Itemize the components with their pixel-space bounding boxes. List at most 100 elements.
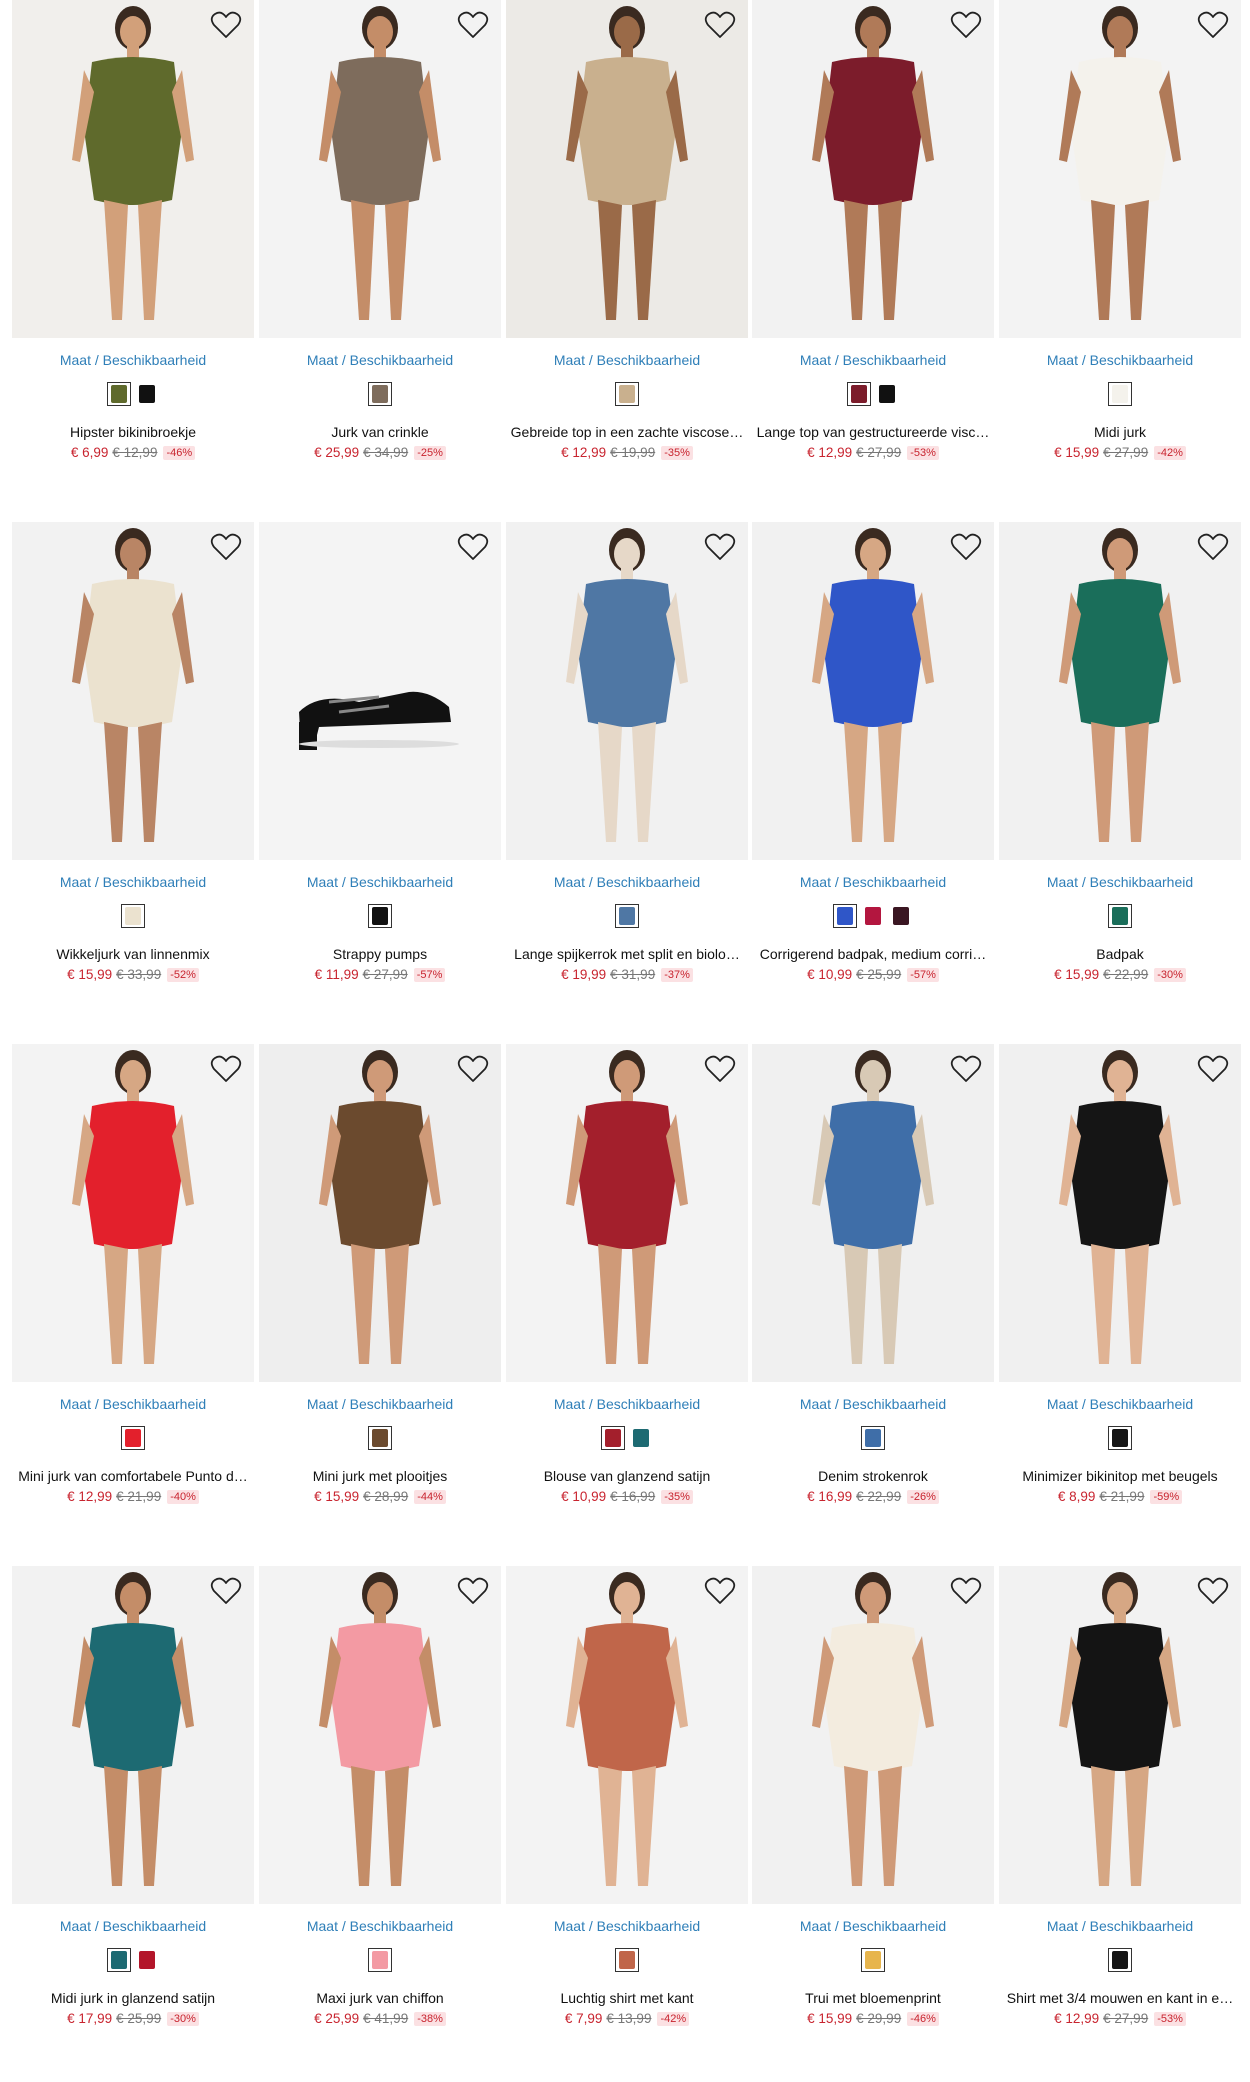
product-name[interactable]: Blouse van glanzend satijn [500, 1468, 754, 1484]
product-card[interactable]: Maat / Beschikbaarheid Maxi jurk van chif… [259, 1566, 501, 2046]
wishlist-heart-icon[interactable] [457, 10, 489, 40]
size-availability-link[interactable]: Maat / Beschikbaarheid [752, 1396, 994, 1412]
product-card[interactable]: Maat / Beschikbaarheid Jurk van crinkle € … [259, 0, 501, 480]
size-availability-link[interactable]: Maat / Beschikbaarheid [259, 874, 501, 890]
color-swatch[interactable] [135, 1948, 159, 1972]
size-availability-link[interactable]: Maat / Beschikbaarheid [259, 1396, 501, 1412]
color-swatch[interactable] [615, 904, 639, 928]
size-availability-link[interactable]: Maat / Beschikbaarheid [506, 874, 748, 890]
color-swatch[interactable] [861, 904, 885, 928]
wishlist-heart-icon[interactable] [457, 532, 489, 562]
product-card[interactable]: Maat / Beschikbaarheid Strappy pumps € 11,… [259, 522, 501, 1002]
size-availability-link[interactable]: Maat / Beschikbaarheid [506, 352, 748, 368]
product-image[interactable] [12, 522, 254, 860]
product-image[interactable] [259, 522, 501, 860]
color-swatch[interactable] [833, 904, 857, 928]
color-swatch[interactable] [615, 1948, 639, 1972]
size-availability-link[interactable]: Maat / Beschikbaarheid [12, 874, 254, 890]
size-availability-link[interactable]: Maat / Beschikbaarheid [506, 1396, 748, 1412]
product-name[interactable]: Lange spijkerrok met split en biolo… [500, 946, 754, 962]
product-name[interactable]: Trui met bloemenprint [746, 1990, 1000, 2006]
product-card[interactable]: Maat / Beschikbaarheid Gebreide top in ee… [506, 0, 748, 480]
product-card[interactable]: Maat / Beschikbaarheid Lange top van gest… [752, 0, 994, 480]
color-swatch[interactable] [368, 382, 392, 406]
product-card[interactable]: Maat / Beschikbaarheid Midi jurk in glanz… [12, 1566, 254, 2046]
color-swatch[interactable] [107, 382, 131, 406]
product-card[interactable]: Maat / Beschikbaarheid Denim strokenrok € … [752, 1044, 994, 1524]
wishlist-heart-icon[interactable] [457, 1054, 489, 1084]
size-availability-link[interactable]: Maat / Beschikbaarheid [259, 1918, 501, 1934]
product-card[interactable]: Maat / Beschikbaarheid Luchtig shirt met … [506, 1566, 748, 2046]
product-image[interactable] [752, 1566, 994, 1904]
product-name[interactable]: Mini jurk van comfortabele Punto d… [6, 1468, 260, 1484]
color-swatch[interactable] [601, 1426, 625, 1450]
color-swatch[interactable] [615, 382, 639, 406]
wishlist-heart-icon[interactable] [704, 532, 736, 562]
color-swatch[interactable] [889, 904, 913, 928]
size-availability-link[interactable]: Maat / Beschikbaarheid [999, 1918, 1241, 1934]
product-image[interactable] [12, 1566, 254, 1904]
product-card[interactable]: Maat / Beschikbaarheid Midi jurk € 15,99 € … [999, 0, 1241, 480]
size-availability-link[interactable]: Maat / Beschikbaarheid [752, 1918, 994, 1934]
product-image[interactable] [506, 522, 748, 860]
product-name[interactable]: Maxi jurk van chiffon [253, 1990, 507, 2006]
product-card[interactable]: Maat / Beschikbaarheid Badpak € 15,99 € 22,… [999, 522, 1241, 1002]
size-availability-link[interactable]: Maat / Beschikbaarheid [999, 1396, 1241, 1412]
size-availability-link[interactable]: Maat / Beschikbaarheid [999, 874, 1241, 890]
product-image[interactable] [259, 1566, 501, 1904]
product-image[interactable] [752, 0, 994, 338]
size-availability-link[interactable]: Maat / Beschikbaarheid [752, 352, 994, 368]
wishlist-heart-icon[interactable] [210, 1576, 242, 1606]
product-image[interactable] [999, 1566, 1241, 1904]
color-swatch[interactable] [135, 382, 159, 406]
wishlist-heart-icon[interactable] [950, 1576, 982, 1606]
product-image[interactable] [999, 522, 1241, 860]
color-swatch[interactable] [121, 904, 145, 928]
color-swatch[interactable] [1108, 1426, 1132, 1450]
color-swatch[interactable] [861, 1426, 885, 1450]
wishlist-heart-icon[interactable] [210, 10, 242, 40]
color-swatch[interactable] [1108, 904, 1132, 928]
product-image[interactable] [12, 1044, 254, 1382]
wishlist-heart-icon[interactable] [704, 1576, 736, 1606]
product-image[interactable] [999, 1044, 1241, 1382]
product-name[interactable]: Wikkeljurk van linnenmix [6, 946, 260, 962]
size-availability-link[interactable]: Maat / Beschikbaarheid [999, 352, 1241, 368]
product-image[interactable] [259, 1044, 501, 1382]
product-image[interactable] [506, 0, 748, 338]
color-swatch[interactable] [1108, 1948, 1132, 1972]
product-card[interactable]: Maat / Beschikbaarheid Trui met bloemenpr… [752, 1566, 994, 2046]
product-name[interactable]: Midi jurk in glanzend satijn [6, 1990, 260, 2006]
wishlist-heart-icon[interactable] [210, 1054, 242, 1084]
product-card[interactable]: Maat / Beschikbaarheid Blouse van glanzen… [506, 1044, 748, 1524]
wishlist-heart-icon[interactable] [1197, 10, 1229, 40]
color-swatch[interactable] [875, 382, 899, 406]
size-availability-link[interactable]: Maat / Beschikbaarheid [12, 352, 254, 368]
product-card[interactable]: Maat / Beschikbaarheid Minimizer bikinito… [999, 1044, 1241, 1524]
wishlist-heart-icon[interactable] [457, 1576, 489, 1606]
product-name[interactable]: Mini jurk met plooitjes [253, 1468, 507, 1484]
product-image[interactable] [999, 0, 1241, 338]
wishlist-heart-icon[interactable] [950, 1054, 982, 1084]
product-name[interactable]: Denim strokenrok [746, 1468, 1000, 1484]
wishlist-heart-icon[interactable] [950, 532, 982, 562]
product-card[interactable]: Maat / Beschikbaarheid Lange spijkerrok m… [506, 522, 748, 1002]
size-availability-link[interactable]: Maat / Beschikbaarheid [259, 352, 501, 368]
product-image[interactable] [506, 1566, 748, 1904]
size-availability-link[interactable]: Maat / Beschikbaarheid [506, 1918, 748, 1934]
product-image[interactable] [12, 0, 254, 338]
size-availability-link[interactable]: Maat / Beschikbaarheid [12, 1918, 254, 1934]
color-swatch[interactable] [847, 382, 871, 406]
product-name[interactable]: Strappy pumps [253, 946, 507, 962]
color-swatch[interactable] [368, 1948, 392, 1972]
product-card[interactable]: Maat / Beschikbaarheid Shirt met 3/4 mouw… [999, 1566, 1241, 2046]
product-image[interactable] [752, 1044, 994, 1382]
size-availability-link[interactable]: Maat / Beschikbaarheid [12, 1396, 254, 1412]
product-image[interactable] [752, 522, 994, 860]
product-name[interactable]: Minimizer bikinitop met beugels [993, 1468, 1247, 1484]
wishlist-heart-icon[interactable] [950, 10, 982, 40]
product-name[interactable]: Shirt met 3/4 mouwen en kant in e… [993, 1990, 1247, 2006]
color-swatch[interactable] [107, 1948, 131, 1972]
wishlist-heart-icon[interactable] [704, 10, 736, 40]
product-name[interactable]: Lange top van gestructureerde visc… [746, 424, 1000, 440]
